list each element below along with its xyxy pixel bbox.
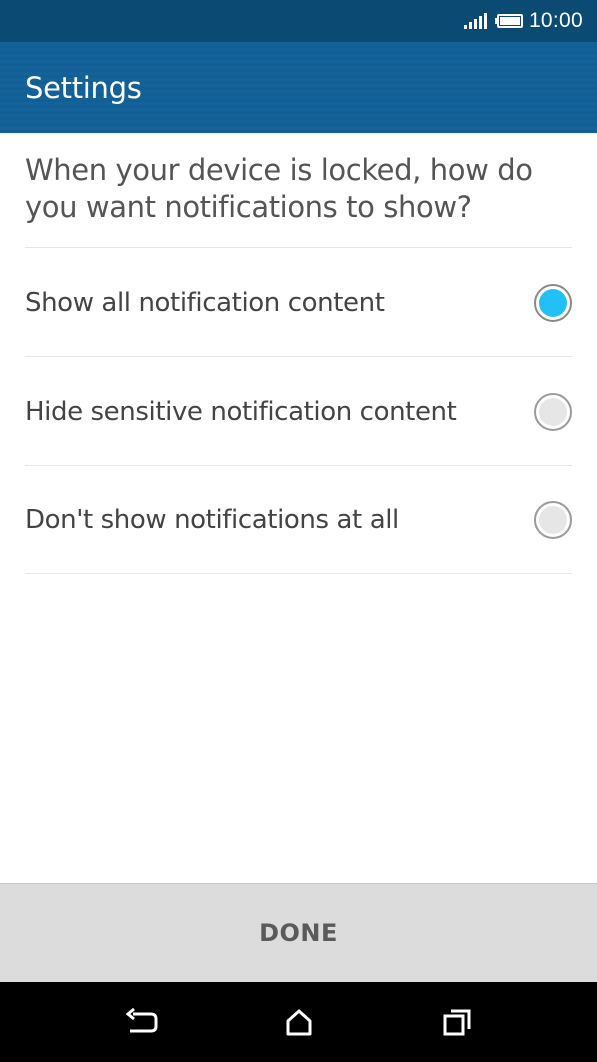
divider [25, 573, 572, 574]
divider [25, 247, 572, 248]
done-label: DONE [259, 919, 338, 947]
radio-selected-icon[interactable] [534, 284, 572, 322]
divider [25, 356, 572, 357]
option-show-all[interactable]: Show all notification content [25, 249, 572, 357]
status-bar: 10:00 [0, 0, 597, 42]
option-dont-show[interactable]: Don't show notifications at all [25, 466, 572, 574]
recents-button[interactable] [417, 982, 497, 1062]
done-button[interactable]: DONE [0, 883, 597, 982]
home-button[interactable] [259, 982, 339, 1062]
option-label: Show all notification content [25, 288, 385, 318]
status-time: 10:00 [528, 9, 583, 32]
back-icon [125, 1007, 157, 1033]
option-hide-sensitive[interactable]: Hide sensitive notification content [25, 358, 572, 466]
app-bar: Settings [0, 42, 597, 133]
recents-icon [443, 1009, 470, 1036]
option-label: Hide sensitive notification content [25, 397, 457, 427]
radio-unselected-icon[interactable] [534, 501, 572, 539]
radio-unselected-icon[interactable] [534, 393, 572, 431]
back-button[interactable] [101, 982, 181, 1062]
battery-icon [494, 14, 523, 28]
navigation-bar [0, 982, 597, 1062]
page-title: Settings [25, 70, 142, 105]
home-icon [286, 1009, 311, 1036]
question-text: When your device is locked, how do you w… [25, 153, 533, 224]
signal-icon [462, 13, 487, 29]
option-label: Don't show notifications at all [25, 505, 399, 535]
